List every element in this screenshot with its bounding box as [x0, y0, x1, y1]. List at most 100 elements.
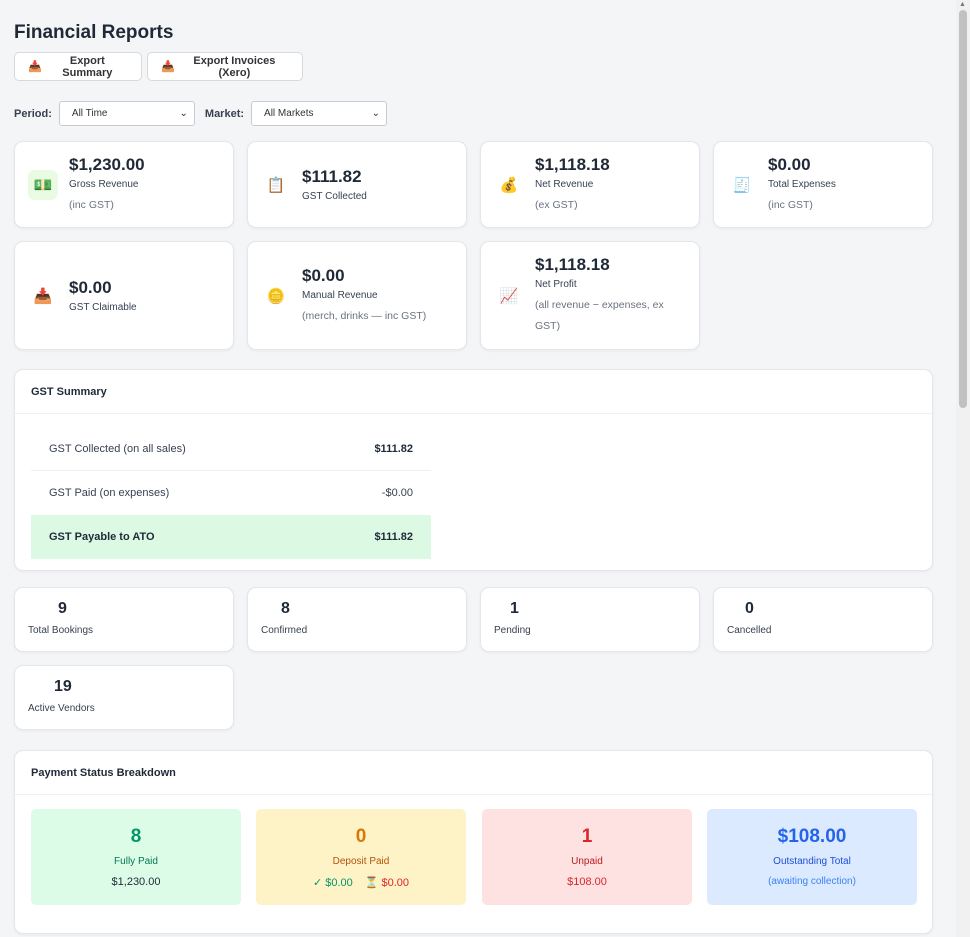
- gst-row-paid: GST Paid (on expenses) -$0.00: [31, 471, 431, 515]
- payment-box-deposit-paid: 0 Deposit Paid ✓ $0.00 ⏳ $0.00: [256, 809, 466, 905]
- coin-icon: 🪙: [266, 287, 286, 305]
- gst-summary-title: GST Summary: [31, 385, 107, 398]
- stat-label: GST Claimable: [69, 302, 137, 313]
- stat-sub: (all revenue − expenses, ex GST): [535, 299, 664, 332]
- payment-label: Unpaid: [571, 856, 603, 867]
- payment-status-header: Payment Status Breakdown: [15, 751, 932, 795]
- gst-row-label: GST Paid (on expenses): [49, 487, 170, 499]
- payment-count: 1: [581, 826, 593, 847]
- stat-label: Gross Revenue: [69, 178, 139, 190]
- gst-row-label: GST Collected (on all sales): [49, 442, 186, 455]
- stat-value: $0.00: [69, 278, 112, 297]
- count-value: 19: [54, 678, 72, 695]
- inbox-icon: 📥: [33, 287, 53, 305]
- stat-value: $111.82: [302, 167, 362, 186]
- download-icon: 📥: [161, 61, 175, 73]
- deposit-paid-amount: ✓ $0.00: [312, 877, 353, 889]
- gst-row-collected: GST Collected (on all sales) $111.82: [31, 427, 431, 471]
- money-bag-icon: 💰: [499, 176, 519, 194]
- outstanding-note: (awaiting collection): [768, 876, 856, 887]
- stat-label: Manual Revenue: [302, 289, 378, 301]
- scrollbar-thumb[interactable]: [959, 10, 967, 408]
- export-toolbar: 📥 Export Summary 📥 Export Invoices (Xero…: [14, 52, 303, 81]
- stat-sub: (merch, drinks — inc GST): [302, 309, 427, 322]
- stat-value: $1,230.00: [69, 154, 145, 174]
- gst-summary-header: GST Summary: [15, 370, 932, 414]
- stat-value: $1,118.18: [535, 255, 610, 274]
- export-summary-label: Export Summary: [62, 54, 113, 79]
- download-icon: 📥: [28, 61, 42, 73]
- count-card-confirmed: 8 Confirmed: [247, 587, 467, 652]
- deposit-amounts: ✓ $0.00 ⏳ $0.00: [313, 876, 409, 889]
- market-label: Market:: [204, 107, 245, 120]
- payment-box-outstanding: $108.00 Outstanding Total (awaiting coll…: [707, 809, 917, 905]
- payment-status-title: Payment Status Breakdown: [31, 766, 176, 779]
- export-invoices-button[interactable]: 📥 Export Invoices (Xero): [147, 52, 303, 81]
- deposit-pending-amount: ⏳ $0.00: [364, 877, 410, 889]
- stat-card-gst-claimable: 📥 $0.00 GST Claimable: [14, 241, 234, 350]
- count-label: Confirmed: [261, 625, 308, 636]
- payment-label: Deposit Paid: [332, 856, 390, 867]
- count-card-total-bookings: 9 Total Bookings: [14, 587, 234, 652]
- page-title: Financial Reports: [14, 22, 174, 43]
- receipt-icon: 🧾: [732, 176, 752, 194]
- period-select-value: All Time: [71, 108, 108, 119]
- gst-row-amount: -$0.00: [381, 487, 413, 499]
- payment-status-panel: Payment Status Breakdown 8 Fully Paid $1…: [14, 750, 933, 934]
- gst-row-amount: $111.82: [374, 442, 413, 455]
- chevron-down-icon: ⌄: [371, 108, 381, 119]
- stat-card-gross-revenue: 💵 $1,230.00 Gross Revenue (inc GST): [14, 141, 234, 228]
- filter-bar: Period: All Time ⌄ Market: All Markets ⌄: [14, 101, 388, 126]
- stat-card-net-revenue: 💰 $1,118.18 Net Revenue (ex GST): [480, 141, 700, 228]
- stat-sub: (inc GST): [69, 198, 114, 211]
- gst-row-amount: $111.82: [374, 531, 413, 543]
- stat-value: $0.00: [302, 265, 345, 285]
- vertical-scrollbar[interactable]: ▲: [956, 0, 970, 937]
- stat-value: $1,118.18: [535, 154, 610, 174]
- count-value: 8: [281, 600, 290, 617]
- scroll-up-arrow-icon[interactable]: ▲: [959, 1, 966, 8]
- export-invoices-label: Export Invoices (Xero): [193, 54, 276, 79]
- payment-label: Outstanding Total: [773, 856, 851, 867]
- market-select[interactable]: All Markets ⌄: [251, 101, 388, 126]
- period-select[interactable]: All Time ⌄: [58, 101, 195, 126]
- count-label: Cancelled: [727, 625, 772, 636]
- chart-up-icon: 📈: [499, 287, 519, 305]
- clipboard-icon: 📋: [266, 176, 286, 194]
- gst-row-payable: GST Payable to ATO $111.82: [31, 515, 431, 559]
- chevron-down-icon: ⌄: [179, 108, 188, 119]
- period-label: Period:: [14, 107, 52, 120]
- count-value: 0: [745, 600, 754, 617]
- stat-card-gst-collected: 📋 $111.82 GST Collected: [247, 141, 467, 228]
- export-summary-button[interactable]: 📥 Export Summary: [14, 52, 142, 81]
- count-value: 9: [58, 600, 67, 617]
- payment-amount: $108.00: [567, 876, 607, 888]
- market-select-value: All Markets: [264, 108, 314, 119]
- gst-row-label: GST Payable to ATO: [49, 531, 155, 543]
- stat-sub: (inc GST): [768, 198, 813, 211]
- count-card-cancelled: 0 Cancelled: [713, 587, 933, 652]
- stat-value: $0.00: [768, 154, 811, 174]
- payment-box-fully-paid: 8 Fully Paid $1,230.00: [31, 809, 241, 905]
- stat-label: GST Collected: [302, 191, 367, 202]
- stat-card-manual-revenue: 🪙 $0.00 Manual Revenue (merch, drinks — …: [247, 241, 467, 350]
- count-card-active-vendors: 19 Active Vendors: [14, 665, 234, 730]
- payment-count: 8: [130, 826, 142, 847]
- stat-label: Net Revenue: [535, 178, 594, 190]
- stat-card-total-expenses: 🧾 $0.00 Total Expenses (inc GST): [713, 141, 933, 228]
- stat-label: Net Profit: [535, 279, 577, 290]
- payment-amount: $1,230.00: [111, 876, 161, 888]
- stat-card-net-profit: 📈 $1,118.18 Net Profit (all revenue − ex…: [480, 241, 700, 350]
- outstanding-amount: $108.00: [777, 826, 847, 847]
- stat-label: Total Expenses: [768, 178, 836, 190]
- payment-box-unpaid: 1 Unpaid $108.00: [482, 809, 692, 905]
- payment-count: 0: [355, 826, 367, 847]
- payment-label: Fully Paid: [114, 856, 158, 867]
- stat-sub: (ex GST): [535, 198, 578, 211]
- cash-icon: 💵: [28, 169, 58, 200]
- count-value: 1: [510, 600, 519, 617]
- count-label: Total Bookings: [28, 625, 94, 636]
- count-label: Active Vendors: [28, 703, 95, 714]
- count-card-pending: 1 Pending: [480, 587, 700, 652]
- count-label: Pending: [494, 625, 531, 636]
